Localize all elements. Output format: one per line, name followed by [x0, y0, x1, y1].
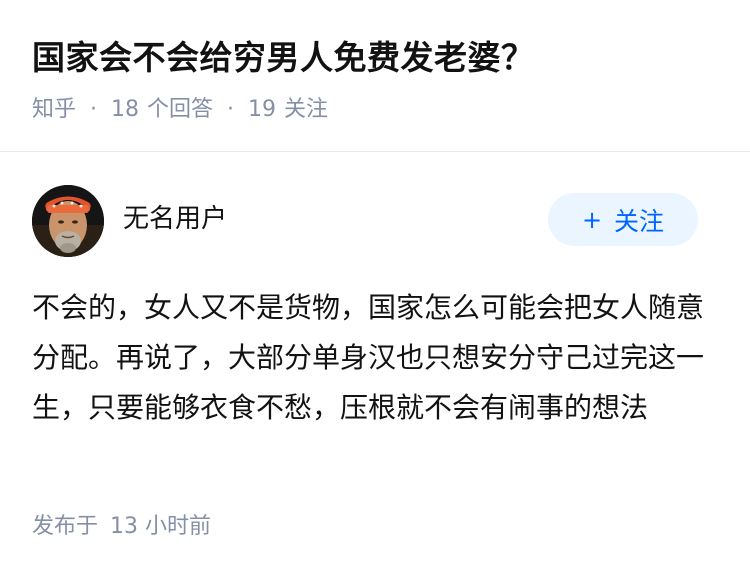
answer-timestamp: 发布于 13 小时前	[32, 512, 211, 542]
follow-button-label: 关注	[614, 206, 665, 236]
question-title[interactable]: 国家会不会给穷男人免费发老婆？	[32, 34, 730, 82]
follow-button[interactable]: + 关注	[548, 193, 698, 246]
meta-separator: ·	[227, 97, 235, 122]
followers-label: 关注	[284, 97, 329, 122]
followers-count: 19	[248, 97, 277, 122]
source-label[interactable]: 知乎	[32, 95, 76, 125]
author-row: 无名用户 + 关注	[32, 185, 698, 257]
divider	[0, 151, 750, 152]
avatar-image	[32, 185, 104, 257]
answer-content[interactable]: 不会的，女人又不是货物，国家怎么可能会把女人随意分配。再说了，大部分单身汉也只想…	[32, 283, 722, 433]
meta-separator: ·	[90, 97, 98, 122]
answers-count: 18	[111, 97, 140, 122]
answers-label: 个回答	[147, 97, 214, 122]
author-name[interactable]: 无名用户	[123, 201, 227, 237]
plus-icon: +	[581, 205, 603, 234]
avatar[interactable]	[32, 185, 104, 257]
published-label: 发布于	[32, 514, 99, 539]
question-meta: 知乎 · 18 个回答 · 19 关注	[32, 95, 730, 125]
published-time: 13 小时前	[110, 514, 212, 539]
question-header: 国家会不会给穷男人免费发老婆？ 知乎 · 18 个回答 · 19 关注	[32, 34, 730, 125]
